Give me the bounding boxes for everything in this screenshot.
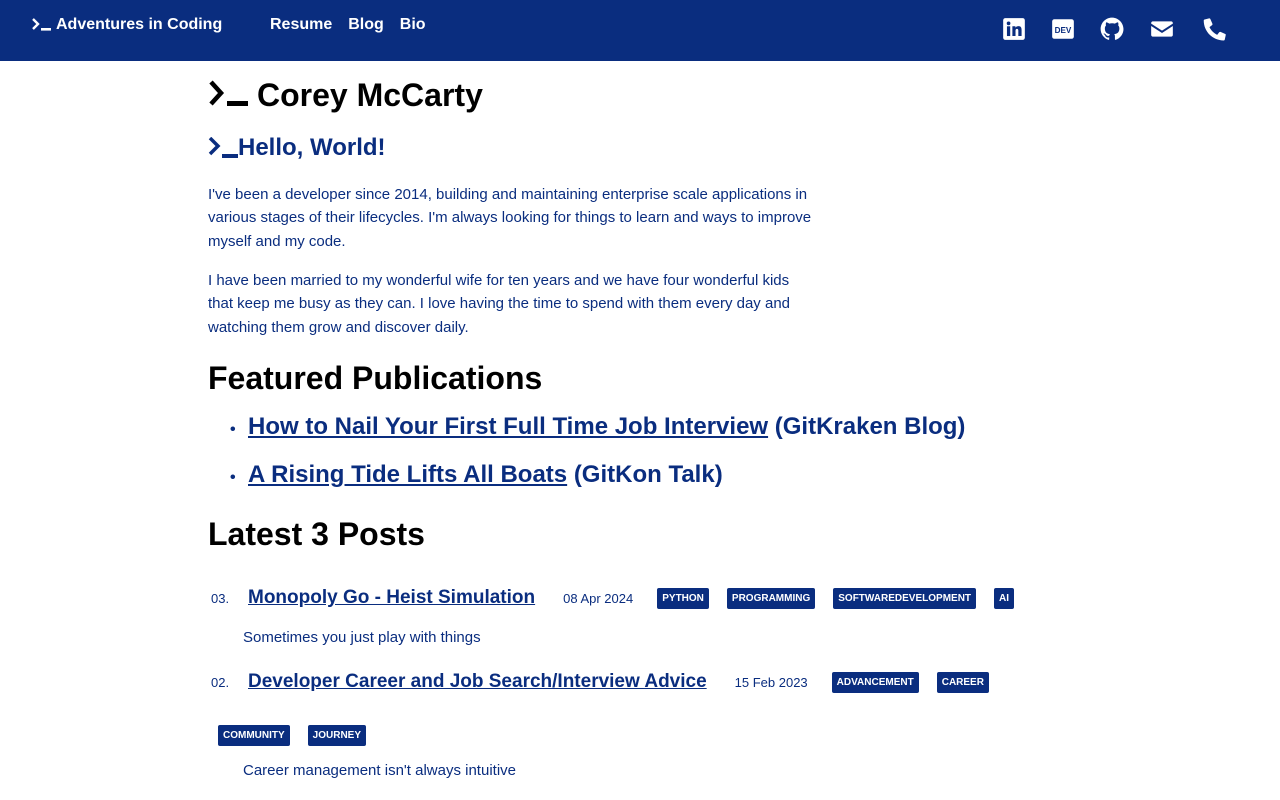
bullet: • — [230, 421, 236, 438]
page-title-text: Corey McCarty — [257, 76, 483, 113]
brand-link[interactable]: Adventures in Coding — [32, 16, 222, 34]
terminal-prompt-icon — [208, 137, 238, 158]
github-icon — [1100, 17, 1124, 40]
phone-link[interactable] — [1202, 16, 1228, 42]
nav-links: Resume Blog Bio — [270, 16, 426, 34]
post-row: 02. Developer Career and Job Search/Inte… — [208, 670, 1007, 694]
tag-advancement[interactable]: ADVANCEMENT — [831, 671, 919, 693]
bio-paragraph-1: I've been a developer since 2014, buildi… — [208, 186, 812, 250]
post-tag-row: COMMUNITY JOURNEY — [218, 725, 384, 746]
terminal-prompt-icon — [32, 18, 51, 31]
nav-link-resume[interactable]: Resume — [270, 16, 332, 34]
bio-paragraph-2: I have been married to my wonderful wife… — [208, 272, 790, 336]
page-title: Corey McCarty — [208, 77, 483, 113]
dev-link[interactable]: DEV — [1050, 16, 1076, 42]
terminal-prompt-icon — [209, 80, 248, 106]
linkedin-icon — [1003, 18, 1025, 40]
publication-link[interactable]: How to Nail Your First Full Time Job Int… — [248, 413, 768, 440]
tag-softwaredevelopment[interactable]: SOFTWAREDEVELOPMENT — [833, 587, 977, 609]
phone-icon — [1203, 18, 1226, 41]
post-date: 15 Feb 2023 — [734, 674, 808, 690]
linkedin-link[interactable] — [1001, 16, 1027, 42]
tag-community[interactable]: COMMUNITY — [218, 725, 290, 746]
bullet: • — [230, 469, 236, 486]
greeting-text: Hello, World! — [238, 134, 386, 161]
latest-posts-heading: Latest 3 Posts — [208, 516, 425, 552]
tag-ai[interactable]: AI — [994, 587, 1015, 609]
post-date: 08 Apr 2024 — [563, 590, 634, 606]
dev-icon: DEV — [1052, 19, 1074, 39]
publication-source: (GitKraken Blog) — [774, 413, 966, 440]
top-navbar: Adventures in Coding Resume Blog Bio DEV — [0, 0, 1280, 61]
greeting-heading: Hello, World! — [208, 134, 386, 162]
post-title-link[interactable]: Developer Career and Job Search/Intervie… — [248, 671, 707, 693]
post-description: Sometimes you just play with things — [243, 629, 481, 646]
post-title-link[interactable]: Monopoly Go - Heist Simulation — [248, 587, 535, 609]
publication-link[interactable]: A Rising Tide Lifts All Boats — [248, 461, 567, 488]
dev-icon-label: DEV — [1055, 26, 1072, 35]
tag-journey[interactable]: JOURNEY — [307, 725, 367, 746]
envelope-icon — [1151, 21, 1173, 37]
publication-source: (GitKon Talk) — [573, 461, 723, 488]
nav-link-bio[interactable]: Bio — [400, 16, 426, 34]
list-item: • How to Nail Your First Full Time Job I… — [208, 413, 965, 461]
post-description: Career management isn't always intuitive — [243, 762, 516, 779]
nav-link-blog[interactable]: Blog — [348, 16, 384, 34]
publications-list: • How to Nail Your First Full Time Job I… — [208, 413, 965, 509]
email-link[interactable] — [1149, 16, 1175, 42]
post-number: 03. — [211, 590, 230, 606]
publications-heading: Featured Publications — [208, 360, 543, 396]
list-item: • A Rising Tide Lifts All Boats (GitKon … — [208, 461, 965, 509]
brand-text: Adventures in Coding — [56, 16, 223, 33]
post-number: 02. — [211, 674, 230, 690]
post-row: 03. Monopoly Go - Heist Simulation 08 Ap… — [208, 586, 1032, 610]
github-link[interactable] — [1099, 16, 1125, 42]
tag-career[interactable]: CAREER — [936, 671, 989, 693]
tag-python[interactable]: PYTHON — [657, 587, 709, 609]
tag-programming[interactable]: PROGRAMMING — [726, 587, 816, 609]
